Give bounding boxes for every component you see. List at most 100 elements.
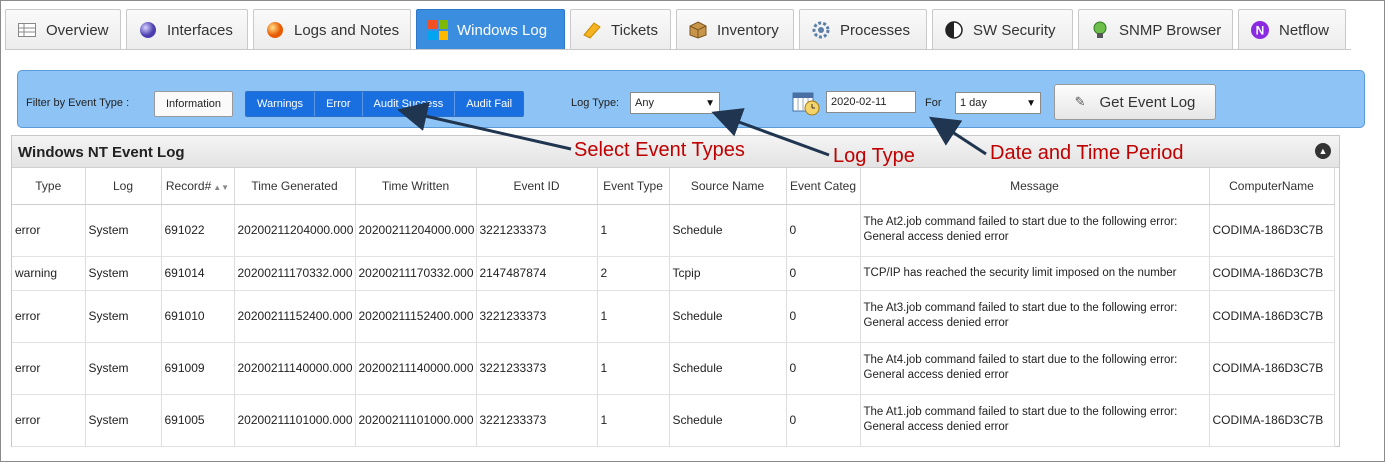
cell-type: error xyxy=(12,342,86,395)
tab-snmp-browser[interactable]: SNMP Browser xyxy=(1078,9,1233,50)
event-type-information-group: Information xyxy=(154,91,234,117)
svg-text:N: N xyxy=(1256,24,1265,38)
get-event-log-button[interactable]: ✎ Get Event Log xyxy=(1054,84,1216,120)
event-type-warnings-button[interactable]: Warnings xyxy=(246,92,315,116)
tab-bar: Overview Interfaces Logs and Notes Windo… xyxy=(5,9,1346,50)
event-type-information-button[interactable]: Information xyxy=(155,92,233,116)
cell-event-type: 1 xyxy=(597,290,670,343)
column-header-record[interactable]: Record# ▲▼ xyxy=(161,168,235,205)
cell-message: The At3.job command failed to start due … xyxy=(860,290,1210,343)
tab-overview[interactable]: Overview xyxy=(5,9,121,50)
column-header-event-category[interactable]: Event Categ xyxy=(786,168,861,205)
table-row[interactable]: error System 691005 20200211101000.000 2… xyxy=(12,394,1335,447)
calendar-clock-icon[interactable] xyxy=(792,90,822,121)
cell-event-type: 1 xyxy=(597,204,670,257)
column-header-type[interactable]: Type xyxy=(12,168,86,205)
annotation-date-time-period: Date and Time Period xyxy=(990,142,1184,164)
column-header-message[interactable]: Message xyxy=(860,168,1210,205)
event-log-table: Type Log Record# ▲▼ Time Generated Time W… xyxy=(12,168,1335,447)
tab-label: SNMP Browser xyxy=(1119,21,1222,39)
cell-type: warning xyxy=(12,256,86,291)
cell-category: 0 xyxy=(786,394,861,447)
cell-time-written: 20200211140000.000 xyxy=(355,342,477,395)
column-header-event-id[interactable]: Event ID xyxy=(476,168,598,205)
tab-inventory[interactable]: Inventory xyxy=(676,9,794,50)
cell-category: 0 xyxy=(786,290,861,343)
panel-title: Windows NT Event Log xyxy=(18,144,185,161)
tab-netflow[interactable]: N Netflow xyxy=(1238,9,1346,50)
tab-label: Windows Log xyxy=(457,21,548,39)
pencil-icon: ✎ xyxy=(1074,94,1086,109)
table-row[interactable]: error System 691010 20200211152400.000 2… xyxy=(12,290,1335,343)
netflow-n-icon: N xyxy=(1249,19,1271,41)
cell-source: Tcpip xyxy=(669,256,787,291)
cell-time-generated: 20200211101000.000 xyxy=(234,394,356,447)
date-value: 2020-02-11 xyxy=(831,96,887,108)
tab-tickets[interactable]: Tickets xyxy=(570,9,671,50)
cell-category: 0 xyxy=(786,256,861,291)
tab-windows-log[interactable]: Windows Log xyxy=(416,9,565,50)
cell-time-generated: 20200211152400.000 xyxy=(234,290,356,343)
sort-icon: ▲▼ xyxy=(213,182,230,192)
cell-event-id: 3221233373 xyxy=(476,394,598,447)
column-header-time-written[interactable]: Time Written xyxy=(355,168,477,205)
cell-computer: CODIMA-186D3C7B xyxy=(1209,256,1335,291)
cell-type: error xyxy=(12,204,86,257)
tab-label: Inventory xyxy=(717,21,779,39)
cell-time-written: 20200211101000.000 xyxy=(355,394,477,447)
cell-record: 691022 xyxy=(161,204,235,257)
column-header-computer-name[interactable]: ComputerName xyxy=(1209,168,1335,205)
cell-message: The At2.job command failed to start due … xyxy=(860,204,1210,257)
table-row[interactable]: error System 691009 20200211140000.000 2… xyxy=(12,342,1335,395)
log-type-select[interactable]: Any ▼ xyxy=(630,92,720,114)
column-header-time-generated[interactable]: Time Generated xyxy=(234,168,356,205)
sphere-icon xyxy=(137,19,159,41)
tab-label: Tickets xyxy=(611,21,658,39)
date-input[interactable]: 2020-02-11 xyxy=(826,91,916,113)
half-circle-icon xyxy=(943,19,965,41)
log-type-label: Log Type: xyxy=(571,97,620,109)
collapse-icon[interactable]: ▲ xyxy=(1315,143,1331,159)
table-header-row: Type Log Record# ▲▼ Time Generated Time W… xyxy=(12,168,1335,205)
gear-icon xyxy=(810,19,832,41)
cell-message: TCP/IP has reached the security limit im… xyxy=(860,256,1210,291)
cell-type: error xyxy=(12,394,86,447)
cell-source: Schedule xyxy=(669,342,787,395)
cell-log: System xyxy=(85,394,162,447)
tab-label: Overview xyxy=(46,21,109,39)
column-header-event-type[interactable]: Event Type xyxy=(597,168,670,205)
tab-label: SW Security xyxy=(973,21,1056,39)
tab-label: Interfaces xyxy=(167,21,233,39)
cell-time-generated: 20200211140000.000 xyxy=(234,342,356,395)
cell-source: Schedule xyxy=(669,394,787,447)
cell-computer: CODIMA-186D3C7B xyxy=(1209,342,1335,395)
table-row[interactable]: error System 691022 20200211204000.000 2… xyxy=(12,204,1335,257)
cell-event-id: 3221233373 xyxy=(476,342,598,395)
column-header-source-name[interactable]: Source Name xyxy=(669,168,787,205)
period-value: 1 day xyxy=(960,97,987,109)
cell-computer: CODIMA-186D3C7B xyxy=(1209,290,1335,343)
tab-interfaces[interactable]: Interfaces xyxy=(126,9,248,50)
orange-ball-icon xyxy=(264,19,286,41)
tab-label: Processes xyxy=(840,21,911,39)
cell-record: 691010 xyxy=(161,290,235,343)
event-type-segmented-control: Warnings Error Audit Success Audit Fail xyxy=(245,91,525,117)
cell-event-id: 3221233373 xyxy=(476,290,598,343)
tab-logs-and-notes[interactable]: Logs and Notes xyxy=(253,9,411,50)
cell-type: error xyxy=(12,290,86,343)
cell-event-id: 3221233373 xyxy=(476,204,598,257)
tab-processes[interactable]: Processes xyxy=(799,9,927,50)
cell-source: Schedule xyxy=(669,290,787,343)
table-row[interactable]: warning System 691014 20200211170332.000… xyxy=(12,256,1335,291)
event-type-audit-success-button[interactable]: Audit Success xyxy=(361,92,455,116)
period-select[interactable]: 1 day ▼ xyxy=(955,92,1041,114)
cell-computer: CODIMA-186D3C7B xyxy=(1209,394,1335,447)
cell-time-written: 20200211204000.000 xyxy=(355,204,477,257)
column-header-log[interactable]: Log xyxy=(85,168,162,205)
tab-sw-security[interactable]: SW Security xyxy=(932,9,1073,50)
app-window: Overview Interfaces Logs and Notes Windo… xyxy=(0,0,1385,462)
event-type-audit-fail-button[interactable]: Audit Fail xyxy=(454,92,524,116)
cell-message: The At4.job command failed to start due … xyxy=(860,342,1210,395)
tab-label: Logs and Notes xyxy=(294,21,400,39)
event-type-error-button[interactable]: Error xyxy=(314,92,362,116)
